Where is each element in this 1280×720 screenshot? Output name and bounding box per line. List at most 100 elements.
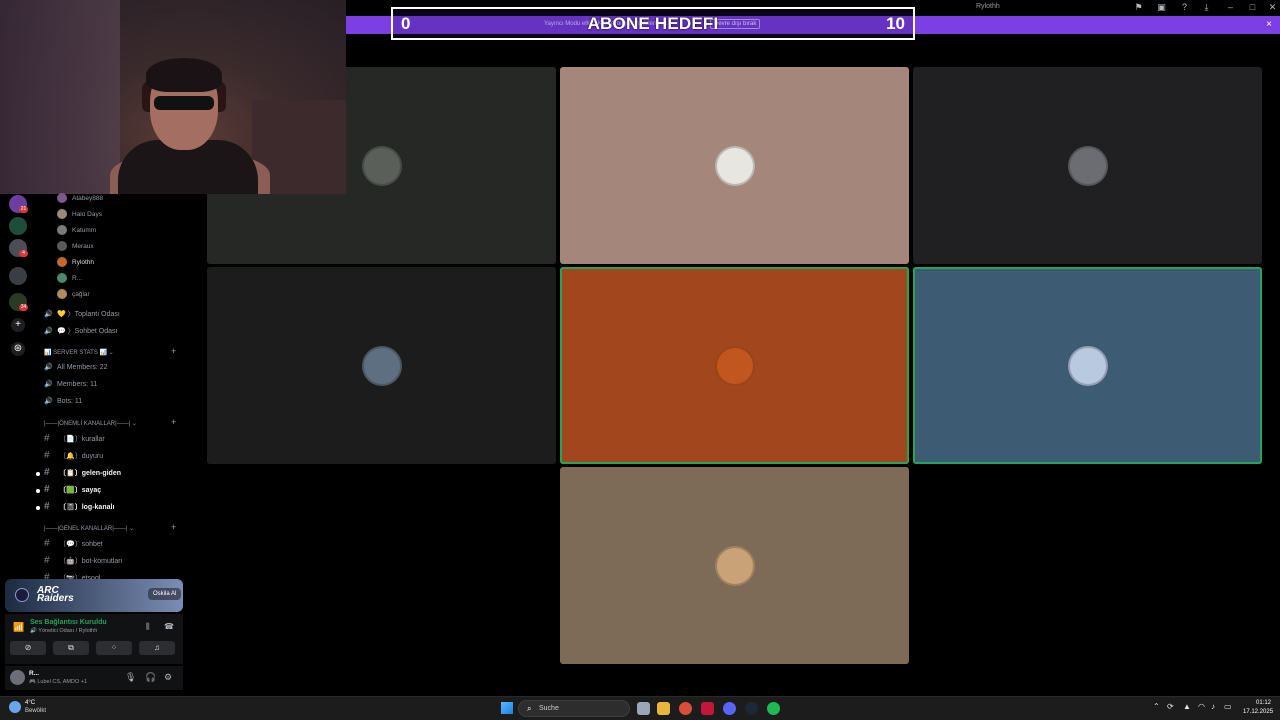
- voice-member[interactable]: Halo Days: [57, 208, 102, 220]
- flag-icon[interactable]: ⚑: [1133, 2, 1144, 13]
- microphone-icon[interactable]: 🎙: [125, 672, 136, 683]
- voice-member[interactable]: çağlar: [57, 288, 90, 300]
- participant-avatar: [361, 345, 402, 386]
- chrome-icon[interactable]: [679, 702, 692, 715]
- opera-gx-icon[interactable]: [701, 702, 714, 715]
- task-view-icon[interactable]: [637, 702, 650, 715]
- server-icon[interactable]: [9, 267, 27, 285]
- wifi-icon[interactable]: ◠: [1198, 702, 1205, 711]
- server-mention-badge: 4: [19, 250, 28, 257]
- user-status: 🎮 Lubel CS, AMDO +1: [29, 679, 88, 685]
- promo-logo-icon: [15, 588, 29, 602]
- start-button[interactable]: [501, 702, 513, 714]
- clock-time[interactable]: 01:12: [1256, 700, 1271, 706]
- taskbar-search[interactable]: ⌕ Suche: [518, 700, 630, 717]
- text-channel[interactable]: # 〔🤖〕bot-komutları: [44, 555, 123, 566]
- steam-icon[interactable]: [745, 702, 758, 715]
- file-explorer-icon[interactable]: [657, 702, 670, 715]
- text-channel[interactable]: # 〔📋〕gelen-giden: [44, 467, 121, 478]
- channel-label: 〔💬〕sohbet: [59, 540, 103, 548]
- volume-icon[interactable]: ♪: [1211, 702, 1215, 711]
- avatar[interactable]: [10, 670, 25, 685]
- hash-icon: #: [44, 433, 50, 444]
- weather-icon[interactable]: [9, 701, 21, 713]
- promo-claim-button[interactable]: Oskila Al: [148, 588, 182, 600]
- weather-condition[interactable]: Bewölkt: [25, 708, 46, 714]
- stats-channel[interactable]: 🔊 Bots: 11: [44, 397, 82, 406]
- member-name: R...: [72, 274, 83, 282]
- member-name: Atabey888: [72, 194, 104, 202]
- noise-suppression-icon[interactable]: ⫼: [146, 622, 150, 632]
- category-header[interactable]: |——|ÖNEMLİ KANALLAR|——| ⌄: [44, 420, 137, 427]
- search-input[interactable]: Suche: [539, 705, 559, 712]
- speaker-icon: 🔊: [44, 328, 53, 335]
- category-header[interactable]: |——|GENEL KANALLAR|——| ⌄: [44, 525, 134, 532]
- spotify-icon[interactable]: [767, 702, 780, 715]
- stats-channel[interactable]: 🔊 All Members: 22: [44, 363, 108, 372]
- download-icon[interactable]: ⤓: [1201, 2, 1212, 13]
- voice-member[interactable]: Katumm: [57, 224, 96, 236]
- participant-tile[interactable]: [560, 67, 909, 264]
- text-channel[interactable]: # 〔💬〕sohbet: [44, 538, 103, 549]
- category-header[interactable]: 📊 SERVER STATS 📊 ⌄: [44, 349, 114, 356]
- add-server-icon[interactable]: +: [11, 318, 25, 332]
- webcam-wall: [0, 0, 120, 194]
- signal-icon[interactable]: 📶: [13, 622, 24, 633]
- voice-member[interactable]: R...: [57, 272, 82, 284]
- disconnect-icon[interactable]: ☎: [164, 622, 174, 631]
- create-channel-icon[interactable]: +: [171, 417, 176, 427]
- participant-tile[interactable]: [560, 267, 909, 464]
- voice-channel[interactable]: 🔊 💬 〉Sohbet Odası: [44, 326, 117, 336]
- participant-tile[interactable]: [913, 67, 1262, 264]
- voice-status: Ses Bağlantısı Kuruldu: [30, 619, 107, 626]
- screen-share-button[interactable]: ⧉: [53, 641, 89, 655]
- settings-gear-icon[interactable]: ⚙: [164, 672, 172, 683]
- participant-avatar: [714, 145, 755, 186]
- goal-title: ABONE HEDEFI: [587, 14, 719, 33]
- nvidia-icon[interactable]: ▲: [1183, 702, 1191, 711]
- text-channel[interactable]: # 〔📄〕kurallar: [44, 433, 105, 444]
- discord-icon[interactable]: [723, 702, 736, 715]
- notice-close-icon[interactable]: ×: [1266, 19, 1272, 30]
- channel-label: 〔📄〕kurallar: [59, 435, 105, 443]
- participant-tile[interactable]: [560, 467, 909, 664]
- channel-label: 〔🔔〕duyuru: [59, 452, 104, 460]
- channel-label: 〔📓〕log-kanalı: [59, 503, 115, 511]
- voice-channel-path[interactable]: 🔊 Yönetici Odası / Rylothh: [30, 628, 97, 634]
- inbox-icon[interactable]: ▣: [1156, 2, 1167, 13]
- headphones-icon[interactable]: 🎧: [145, 672, 156, 683]
- voice-member[interactable]: Atabey888: [57, 192, 103, 204]
- weather-temp[interactable]: 4°C: [25, 700, 35, 706]
- battery-icon[interactable]: ▭: [1224, 702, 1232, 711]
- hash-icon: #: [44, 555, 50, 566]
- discover-icon[interactable]: ⊛: [11, 342, 25, 356]
- minimize-icon[interactable]: –: [1225, 2, 1236, 13]
- voice-channel[interactable]: 🔊 💛 〉Toplantı Odası: [44, 309, 120, 319]
- participant-avatar: [714, 345, 755, 386]
- clock-date[interactable]: 17.12.2025: [1243, 709, 1273, 715]
- text-channel[interactable]: # 〔🟩〕sayaç: [44, 484, 101, 495]
- create-channel-icon[interactable]: +: [171, 346, 176, 356]
- activities-button[interactable]: ⁘: [96, 641, 132, 655]
- voice-member[interactable]: Rylothh: [57, 256, 94, 268]
- camera-off-button[interactable]: ⊘: [10, 641, 46, 655]
- close-icon[interactable]: ✕: [1267, 2, 1278, 13]
- sync-icon[interactable]: ⟳: [1167, 702, 1174, 711]
- create-channel-icon[interactable]: +: [171, 522, 176, 532]
- user-name[interactable]: R...: [29, 670, 39, 677]
- stats-channel[interactable]: 🔊 Members: 11: [44, 380, 97, 389]
- maximize-icon[interactable]: □: [1247, 2, 1258, 13]
- text-channel[interactable]: # 〔📓〕log-kanalı: [44, 501, 114, 512]
- game-promo-banner[interactable]: ARC Raiders Oskila Al: [5, 579, 183, 612]
- participant-avatar: [714, 545, 755, 586]
- soundboard-button[interactable]: ♫: [139, 641, 175, 655]
- avatar: [57, 273, 67, 283]
- voice-member[interactable]: Meraux: [57, 240, 94, 252]
- server-icon[interactable]: [9, 217, 27, 235]
- participant-tile[interactable]: [207, 267, 556, 464]
- hash-icon: #: [44, 450, 50, 461]
- help-icon[interactable]: ?: [1179, 2, 1190, 13]
- text-channel[interactable]: # 〔🔔〕duyuru: [44, 450, 103, 461]
- tray-chevron-icon[interactable]: ⌃: [1153, 702, 1160, 711]
- participant-tile[interactable]: [913, 267, 1262, 464]
